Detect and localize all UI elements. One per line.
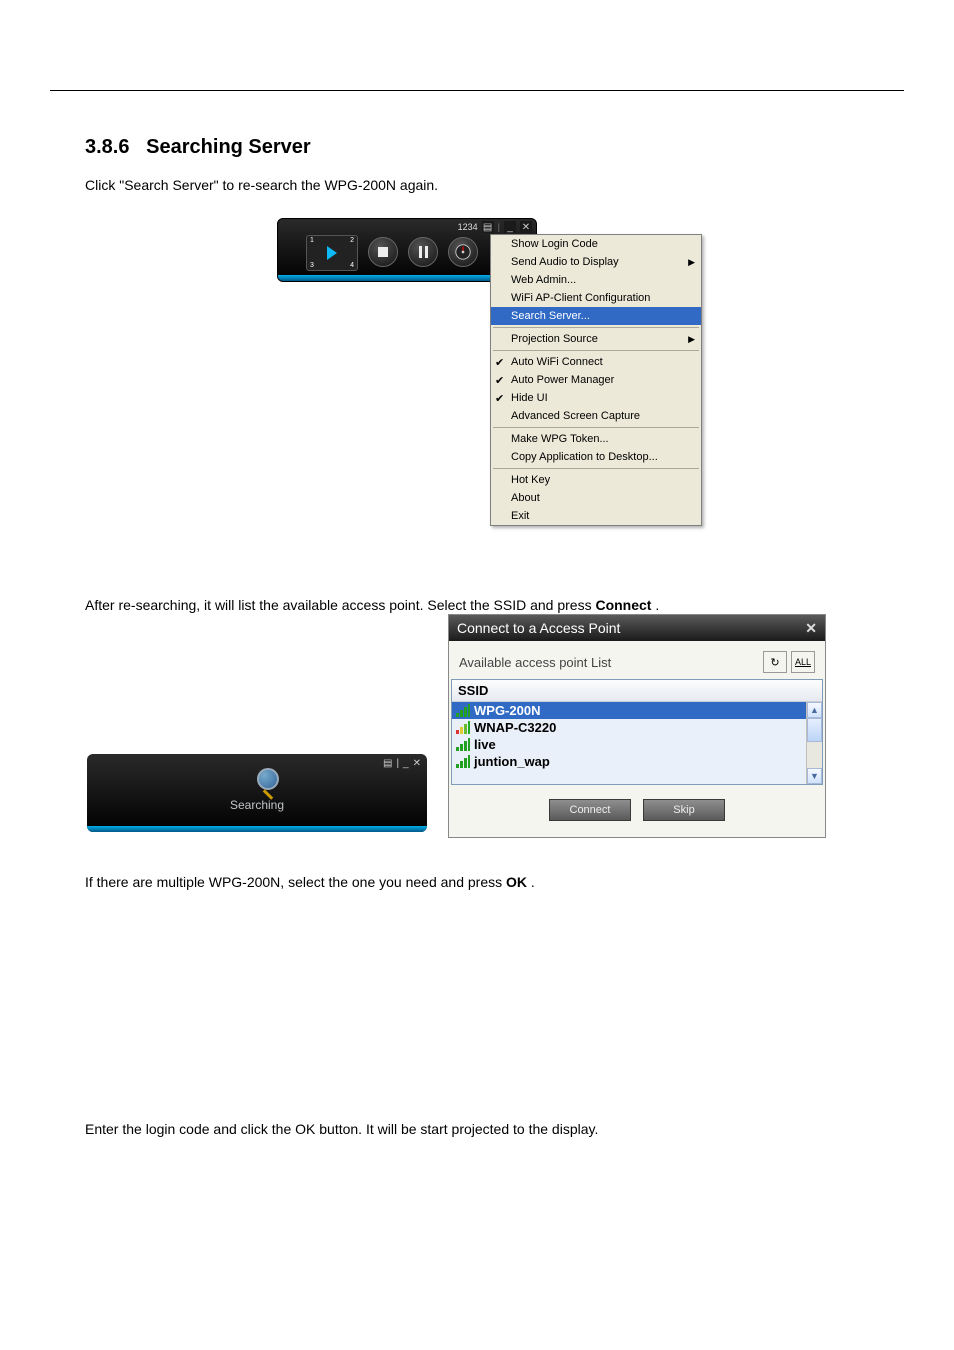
section-heading: 3.8.6 Searching Server	[85, 136, 311, 159]
list-item[interactable]: juntion_wap	[452, 753, 822, 770]
signal-icon	[456, 722, 470, 734]
menu-show-login-code[interactable]: Show Login Code	[491, 235, 701, 253]
play-icon	[327, 246, 337, 260]
menu-hot-key[interactable]: Hot Key	[491, 471, 701, 489]
minimize-icon[interactable]: _	[504, 221, 516, 233]
pause-button[interactable]	[408, 237, 438, 267]
searching-widget: ▤ | _ ✕ Searching	[87, 754, 427, 832]
menu-icon[interactable]: ▤	[482, 221, 494, 233]
ssid-label: WNAP-C3220	[474, 720, 556, 735]
dialog-buttons: Connect Skip	[449, 785, 825, 837]
page-rule	[50, 90, 904, 91]
scroll-down-icon[interactable]: ▼	[807, 768, 822, 784]
control-bar-top: 1234 ▤ | _ ✕	[458, 221, 532, 233]
dialog-close-icon[interactable]: ✕	[805, 620, 817, 637]
menu-auto-wifi[interactable]: ✔Auto WiFi Connect	[491, 353, 701, 371]
submenu-arrow-icon: ▶	[688, 257, 695, 268]
scrollbar[interactable]: ▲ ▼	[806, 702, 822, 784]
bold-word: Connect	[595, 597, 651, 613]
connect-button[interactable]: Connect	[549, 799, 631, 821]
menu-adv-capture[interactable]: Advanced Screen Capture	[491, 407, 701, 425]
section-title-text: Searching Server	[146, 136, 311, 158]
ssid-label: juntion_wap	[474, 754, 550, 769]
check-icon: ✔	[495, 392, 504, 405]
quad-1: 1	[310, 237, 314, 244]
menu-hide-ui[interactable]: ✔Hide UI	[491, 389, 701, 407]
menu-separator	[493, 327, 699, 328]
submenu-arrow-icon: ▶	[688, 334, 695, 345]
all-button[interactable]: ALL	[791, 651, 815, 673]
menu-auto-power[interactable]: ✔Auto Power Manager	[491, 371, 701, 389]
list-item[interactable]: WPG-200N	[452, 702, 822, 719]
menu-wifi-ap-client[interactable]: WiFi AP-Client Configuration	[491, 289, 701, 307]
list-label: Available access point List	[459, 655, 611, 670]
searching-label: Searching	[230, 798, 284, 812]
ap-list: SSID WPG-200N WNAP-C3220 live juntion_wa…	[451, 679, 823, 785]
signal-icon	[456, 756, 470, 768]
list-item[interactable]: WNAP-C3220	[452, 719, 822, 736]
check-icon: ✔	[495, 374, 504, 387]
section-number: 3.8.6	[85, 136, 129, 158]
searching-center: Searching	[230, 768, 284, 812]
bold-word: OK	[506, 874, 527, 890]
menu-make-token[interactable]: Make WPG Token...	[491, 430, 701, 448]
menu-separator	[493, 468, 699, 469]
skip-button[interactable]: Skip	[643, 799, 725, 821]
check-icon: ✔	[495, 356, 504, 369]
menu-web-admin[interactable]: Web Admin...	[491, 271, 701, 289]
menu-separator	[493, 427, 699, 428]
scroll-thumb[interactable]	[807, 718, 822, 742]
ssid-label: WPG-200N	[474, 703, 540, 718]
ssid-label: live	[474, 737, 496, 752]
refresh-icon: ↻	[770, 656, 779, 669]
minimize-icon[interactable]: _	[403, 758, 409, 769]
instruction-1: Click "Search Server" to re-search the W…	[85, 176, 438, 196]
config-button[interactable]	[448, 237, 478, 267]
instruction-4: Enter the login code and click the OK bu…	[85, 1120, 598, 1140]
menu-separator	[493, 350, 699, 351]
quad-4: 4	[350, 262, 354, 269]
play-button[interactable]: 1 2 3 4	[306, 235, 358, 271]
menu-projection-source[interactable]: Projection Source▶	[491, 330, 701, 348]
scroll-up-icon[interactable]: ▲	[807, 702, 822, 718]
searching-top-icons: ▤ | _ ✕	[383, 758, 421, 769]
dialog-title: Connect to a Access Point	[457, 620, 620, 636]
text: If there are multiple WPG-200N, select t…	[85, 874, 506, 890]
dialog-titlebar: Connect to a Access Point ✕	[449, 615, 825, 641]
list-header-ssid: SSID	[452, 680, 822, 702]
search-icon	[244, 768, 270, 794]
menu-about[interactable]: About	[491, 489, 701, 507]
menu-icon[interactable]: ▤	[383, 758, 392, 769]
all-label: ALL	[795, 657, 811, 667]
instruction-3: If there are multiple WPG-200N, select t…	[85, 873, 865, 893]
close-icon[interactable]: ✕	[520, 221, 532, 233]
context-menu: Show Login Code Send Audio to Display▶ W…	[490, 234, 702, 526]
dialog-toolbar: Available access point List ↻ ALL	[449, 641, 825, 679]
menu-copy-app[interactable]: Copy Application to Desktop...	[491, 448, 701, 466]
refresh-button[interactable]: ↻	[763, 651, 787, 673]
signal-icon	[456, 705, 470, 717]
text: .	[655, 597, 659, 613]
digits-label: 1234	[458, 222, 478, 232]
text: After re-searching, it will list the ava…	[85, 597, 595, 613]
stop-button[interactable]	[368, 237, 398, 267]
menu-search-server[interactable]: Search Server...	[491, 307, 701, 325]
text: .	[531, 874, 535, 890]
close-icon[interactable]: ✕	[413, 758, 421, 769]
list-body: WPG-200N WNAP-C3220 live juntion_wap ▲ ▼	[452, 702, 822, 784]
list-item[interactable]: live	[452, 736, 822, 753]
searching-glow	[87, 826, 427, 832]
quad-2: 2	[350, 237, 354, 244]
instruction-2: After re-searching, it will list the ava…	[85, 596, 865, 616]
menu-send-audio[interactable]: Send Audio to Display▶	[491, 253, 701, 271]
quad-3: 3	[310, 262, 314, 269]
menu-exit[interactable]: Exit	[491, 507, 701, 525]
signal-icon	[456, 739, 470, 751]
connect-ap-dialog: Connect to a Access Point ✕ Available ac…	[448, 614, 826, 838]
